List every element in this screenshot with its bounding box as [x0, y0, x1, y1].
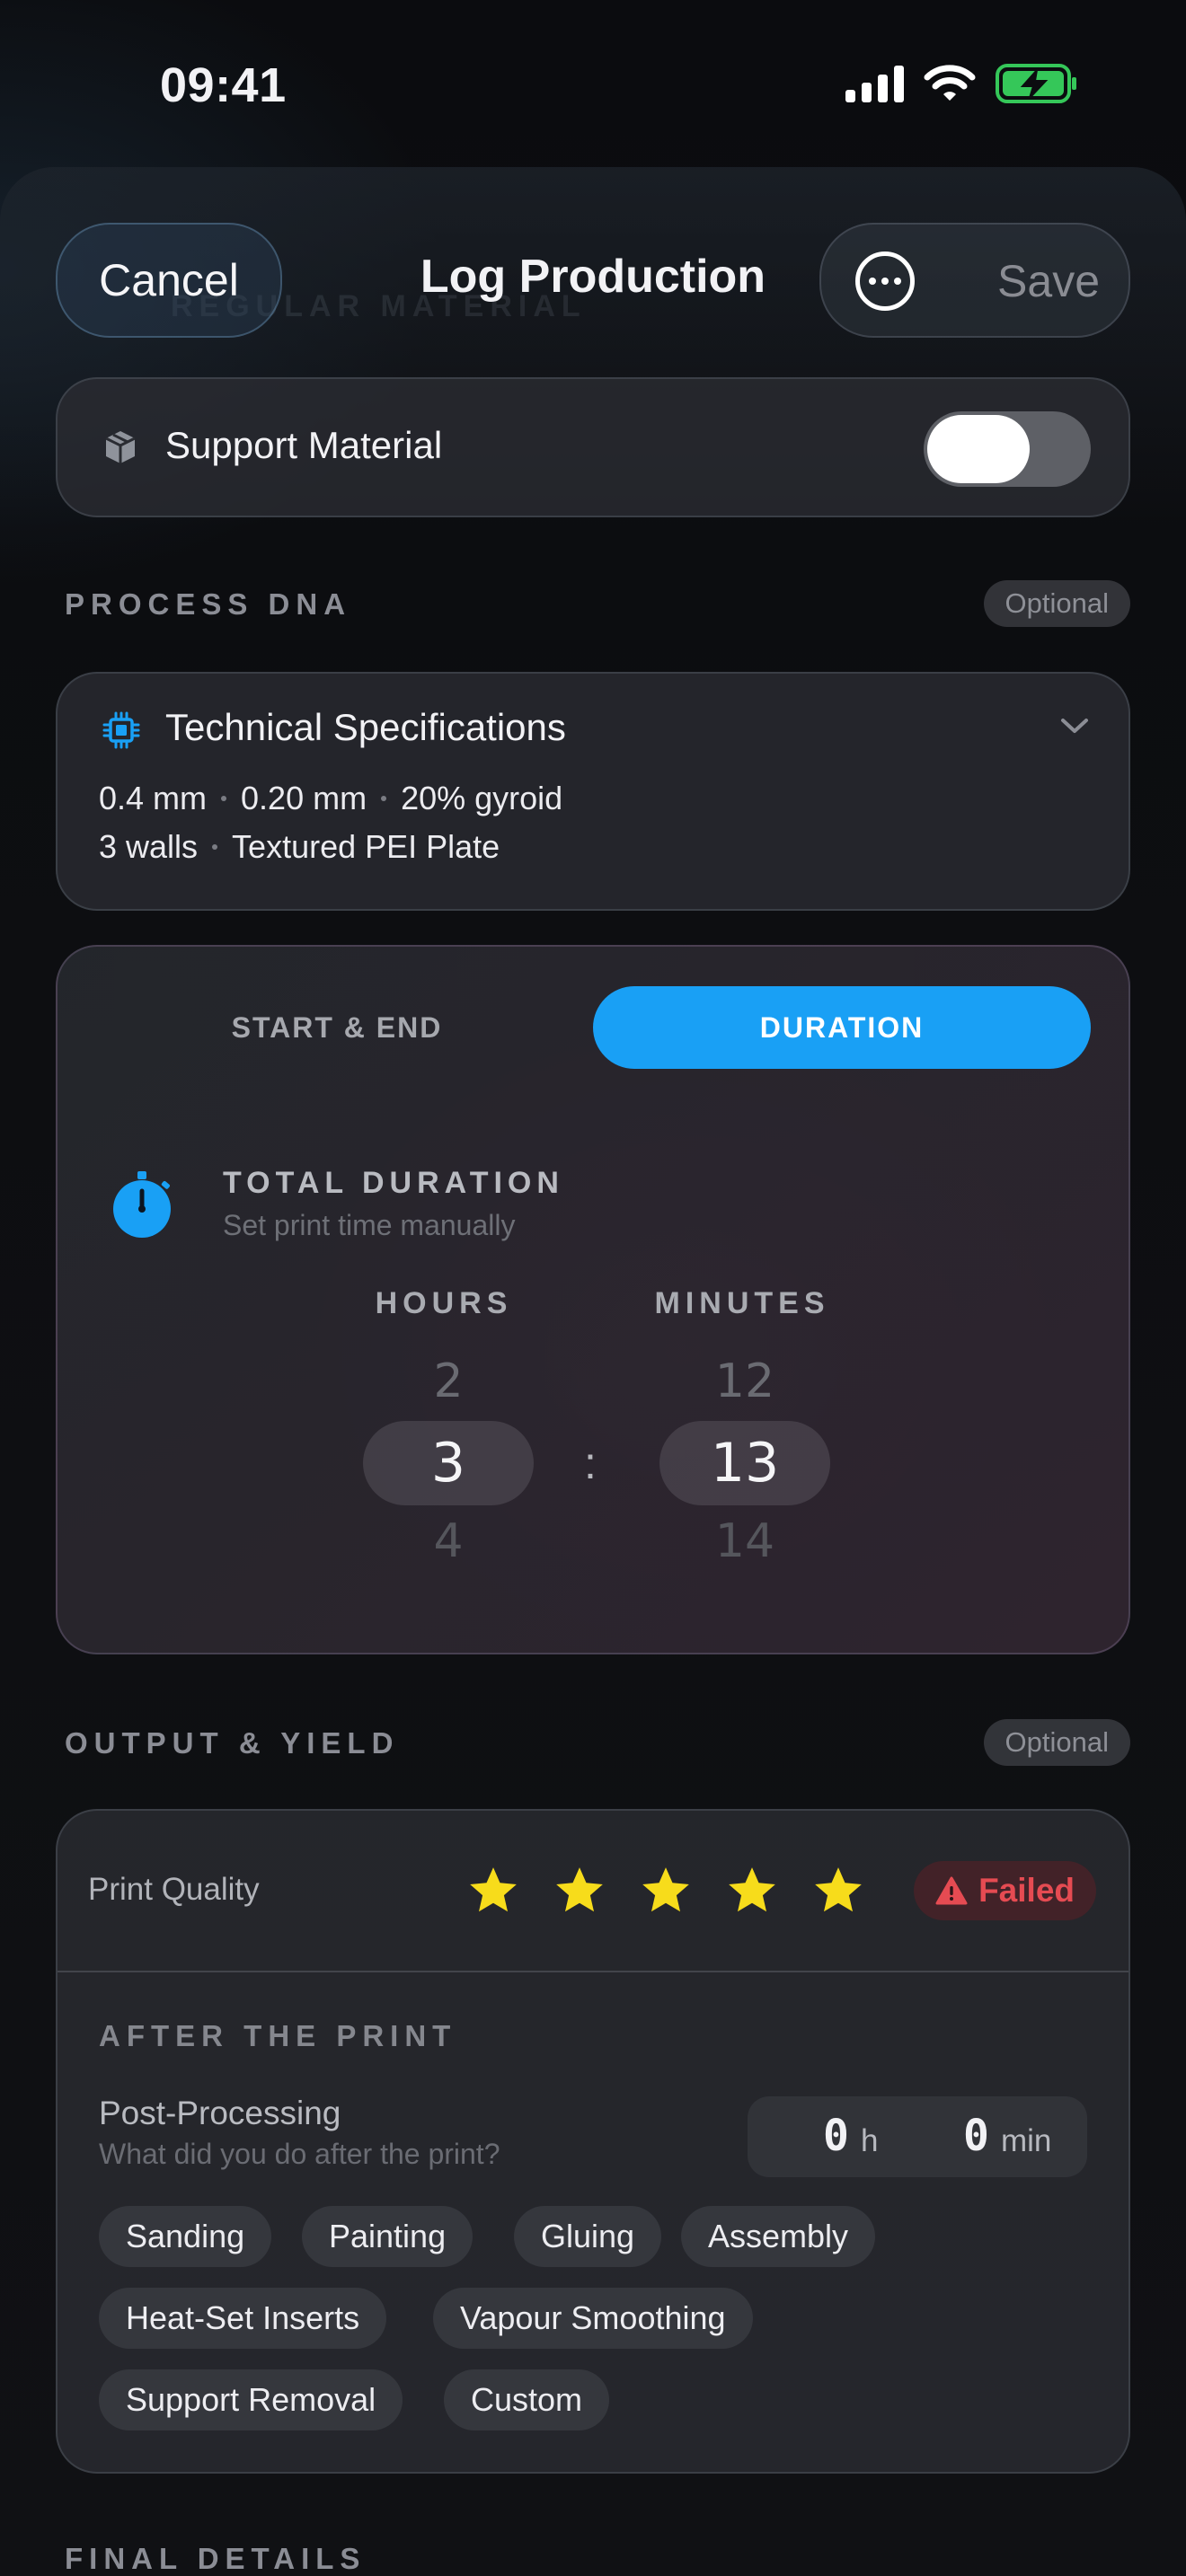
warning-triangle-icon — [935, 1876, 968, 1905]
hours-selected-value[interactable]: 3 — [363, 1421, 534, 1505]
post-processing-minutes-value[interactable]: 0 — [963, 2111, 989, 2161]
chevron-down-icon[interactable] — [1058, 715, 1091, 737]
hours-next-value[interactable]: 4 — [363, 1514, 534, 1568]
chip-gluing[interactable]: Gluing — [514, 2206, 662, 2267]
spec-walls: 3 walls — [99, 828, 199, 865]
more-dot-icon — [894, 278, 901, 285]
hours-label: HOURS — [375, 1286, 513, 1320]
spec-nozzle: 0.4 mm — [99, 780, 208, 816]
tab-duration[interactable]: DURATION — [593, 986, 1091, 1069]
chip-custom[interactable]: Custom — [444, 2369, 610, 2430]
star-rating[interactable] — [465, 1863, 866, 1919]
star-icon[interactable] — [465, 1863, 521, 1919]
spec-layer-height: 0.20 mm — [241, 780, 367, 816]
section-title-process-dna: PROCESS DNA — [65, 587, 352, 621]
more-options-button[interactable] — [855, 251, 915, 311]
section-title-final-details: FINAL DETAILS — [65, 2542, 367, 2575]
cpu-chip-icon — [102, 711, 140, 749]
status-bar: 09:41 — [0, 0, 1186, 171]
specs-line-2: 3 walls Textured PEI Plate — [99, 828, 500, 866]
specs-line-1: 0.4 mm 0.20 mm 20% gyroid — [99, 780, 562, 817]
cube-icon — [105, 431, 136, 463]
star-icon[interactable] — [724, 1863, 780, 1919]
divider — [58, 1971, 1128, 1972]
chip-heat-set-inserts[interactable]: Heat-Set Inserts — [99, 2288, 387, 2349]
failed-label: Failed — [978, 1872, 1075, 1909]
hours-prev-value[interactable]: 2 — [363, 1354, 534, 1408]
optional-badge: Optional — [983, 1719, 1130, 1766]
minutes-prev-value[interactable]: 12 — [659, 1354, 830, 1408]
after-the-print-title: AFTER THE PRINT — [99, 2019, 457, 2052]
post-processing-hours-value[interactable]: 0 — [823, 2111, 849, 2161]
post-processing-hint: What did you do after the print? — [99, 2138, 500, 2170]
status-time: 09:41 — [160, 58, 287, 112]
cancel-button[interactable]: Cancel — [56, 223, 282, 338]
post-processing-time-input[interactable]: 0 h 0 min — [748, 2096, 1087, 2177]
chip-support-removal[interactable]: Support Removal — [99, 2369, 403, 2430]
more-dot-icon — [869, 278, 876, 285]
support-material-label: Support Material — [165, 424, 443, 466]
log-production-screen: 09:41 REGULAR MATERIAL Cancel Log Produc… — [0, 0, 1186, 2576]
minutes-unit: min — [1001, 2123, 1052, 2158]
star-icon[interactable] — [638, 1863, 694, 1919]
technical-specifications-title: Technical Specifications — [165, 706, 566, 748]
output-yield-card: Print Quality Failed AFTER THE PRINT Pos… — [56, 1809, 1130, 2474]
cellular-signal-icon — [845, 65, 904, 102]
total-duration-subtitle: Set print time manually — [223, 1209, 516, 1241]
print-quality-label: Print Quality — [88, 1872, 260, 1907]
toggle-knob — [927, 415, 1030, 483]
more-dot-icon — [881, 278, 889, 285]
stopwatch-icon — [113, 1171, 171, 1238]
time-separator: : — [584, 1438, 597, 1488]
hours-unit: h — [861, 2123, 879, 2158]
failed-button[interactable]: Failed — [914, 1861, 1096, 1920]
spec-build-plate: Textured PEI Plate — [232, 828, 500, 865]
star-icon[interactable] — [810, 1863, 866, 1919]
star-icon[interactable] — [552, 1863, 607, 1919]
minutes-picker[interactable]: 12 13 14 — [659, 1342, 830, 1575]
minutes-selected-value[interactable]: 13 — [659, 1421, 830, 1505]
chip-vapour-smoothing[interactable]: Vapour Smoothing — [433, 2288, 753, 2349]
chip-painting[interactable]: Painting — [302, 2206, 474, 2267]
section-title-output-yield: OUTPUT & YIELD — [65, 1726, 400, 1760]
optional-badge: Optional — [983, 580, 1130, 627]
wifi-icon — [924, 65, 976, 101]
separator-dot — [212, 844, 218, 850]
time-mode-segmented-control: START & END DURATION — [90, 986, 1096, 1069]
total-duration-title: TOTAL DURATION — [223, 1166, 564, 1200]
battery-charging-icon — [996, 64, 1076, 103]
spec-infill: 20% gyroid — [401, 780, 563, 816]
support-material-row: Support Material — [56, 377, 1130, 517]
tab-start-end[interactable]: START & END — [90, 986, 584, 1069]
technical-specifications-card[interactable]: Technical Specifications 0.4 mm 0.20 mm … — [56, 672, 1130, 911]
separator-dot — [221, 796, 227, 801]
print-time-card: START & END DURATION TOTAL DURATION Set … — [56, 945, 1130, 1654]
separator-dot — [381, 796, 387, 801]
chip-sanding[interactable]: Sanding — [99, 2206, 272, 2267]
chip-assembly[interactable]: Assembly — [681, 2206, 876, 2267]
hours-picker[interactable]: 2 3 4 — [363, 1342, 534, 1575]
minutes-label: MINUTES — [654, 1286, 830, 1320]
status-icons — [845, 63, 1078, 104]
header-actions: Save — [819, 223, 1130, 338]
post-processing-label: Post-Processing — [99, 2095, 341, 2131]
save-button[interactable]: Save — [997, 255, 1100, 307]
minutes-next-value[interactable]: 14 — [659, 1514, 830, 1568]
support-material-toggle[interactable] — [924, 411, 1091, 487]
